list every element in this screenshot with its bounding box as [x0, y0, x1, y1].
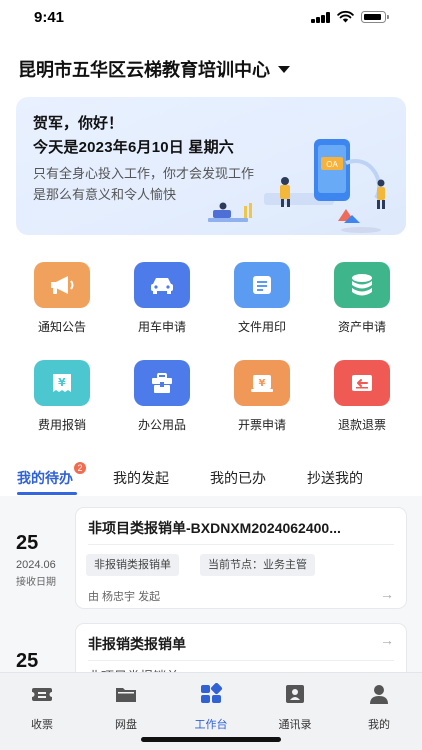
ticket-icon [29, 688, 55, 701]
megaphone-icon [51, 276, 74, 294]
tab-my-initiated[interactable]: 我的发起 [113, 468, 169, 488]
task-type-tag: 非报销类报销单 [86, 554, 179, 576]
app-invoice-request[interactable]: ¥ 开票申请 [212, 360, 312, 433]
folder-icon [116, 688, 136, 702]
svg-text:¥: ¥ [259, 378, 266, 389]
app-label: 开票申请 [237, 418, 286, 432]
app-asset-request[interactable]: 资产申请 [312, 262, 412, 335]
toolbox-icon [152, 373, 172, 393]
task-node-tag: 当前节点：业务主管 [200, 554, 315, 576]
battery-icon [361, 11, 389, 23]
nav-label: 通讯录 [278, 719, 312, 731]
app-label: 资产申请 [337, 320, 386, 334]
app-notice[interactable]: 通知公告 [12, 262, 112, 335]
nav-label: 我的 [368, 719, 390, 731]
greeting-text: 贺军，你好！ [33, 115, 124, 132]
app-label: 用车申请 [137, 320, 186, 334]
wifi-icon [337, 10, 354, 23]
app-expense[interactable]: ¥ 费用报销 [12, 360, 112, 433]
nav-receive-ticket[interactable]: 收票 [12, 683, 72, 732]
app-label: 通知公告 [37, 320, 86, 334]
task-card[interactable]: 非项目类报销单-BXDNXM2024062400... 非报销类报销单 当前节点… [76, 508, 406, 608]
nav-cloud-drive[interactable]: 网盘 [96, 683, 156, 732]
org-selector[interactable]: 昆明市五华区云梯教育培训中心 [18, 56, 290, 82]
car-icon [151, 278, 173, 294]
task-tabs: 我的待办 2 我的发起 我的已办 抄送我的 [0, 462, 422, 495]
nav-label: 工作台 [194, 719, 228, 731]
cellular-signal-icon [311, 12, 331, 23]
status-bar: 9:41 [0, 0, 422, 36]
active-tab-indicator [17, 492, 77, 495]
nav-label: 网盘 [115, 719, 137, 731]
document-icon [253, 276, 271, 294]
nav-label: 收票 [31, 719, 53, 731]
task-title: 非报销类报销单 [88, 636, 186, 652]
app-screen: 9:41 昆明市五华区云梯教育培训中心 贺军，你好！ 今天是2023年6月10日… [0, 0, 422, 750]
tab-my-todo[interactable]: 我的待办 [17, 468, 73, 488]
task-date: 25 [16, 650, 72, 673]
app-refund[interactable]: 退款退票 [312, 360, 412, 433]
arrow-right-icon[interactable]: → [380, 632, 394, 648]
svg-text:¥: ¥ [58, 376, 66, 389]
task-day: 25 [16, 532, 39, 554]
task-day: 25 [16, 650, 39, 672]
nav-profile[interactable]: 我的 [349, 683, 409, 732]
card-divider [88, 660, 394, 661]
nav-contacts[interactable]: 通讯录 [265, 683, 325, 732]
app-label: 文件用印 [237, 320, 286, 334]
card-divider [88, 544, 394, 545]
tab-cc-me[interactable]: 抄送我的 [307, 468, 363, 488]
welcome-banner: 贺军，你好！ 今天是2023年6月10日 星期六 只有全身心投入工作，你才会发现… [16, 97, 406, 235]
invoice-icon: ¥ [251, 375, 273, 392]
task-initiator: 由 杨忠宇 发起 [88, 591, 161, 603]
yuan-receipt-icon: ¥ [53, 374, 71, 392]
arrow-right-icon[interactable]: → [380, 586, 394, 602]
illustration-label: OA [326, 160, 338, 169]
caret-down-icon [278, 65, 290, 73]
app-label: 办公用品 [137, 418, 186, 432]
task-year-month: 2024.06 [16, 559, 56, 571]
office-illustration: OA [208, 139, 385, 233]
app-office-supplies[interactable]: 办公用品 [112, 360, 212, 433]
contacts-icon [286, 685, 304, 703]
task-date: 25 2024.06 接收日期 [16, 532, 72, 588]
status-time: 9:41 [34, 9, 65, 26]
stack-icon [352, 274, 372, 296]
app-document-seal[interactable]: 文件用印 [212, 262, 312, 335]
todo-count-badge: 2 [74, 462, 86, 474]
app-label: 费用报销 [37, 418, 86, 432]
refund-icon [352, 375, 372, 391]
home-indicator [141, 737, 281, 742]
app-label: 退款退票 [337, 418, 386, 432]
task-title: 非项目类报销单-BXDNXM2024062400... [88, 520, 341, 536]
workbench-icon [201, 682, 223, 703]
org-name: 昆明市五华区云梯教育培训中心 [18, 60, 270, 80]
user-icon [370, 685, 388, 704]
nav-workbench[interactable]: 工作台 [181, 682, 241, 732]
app-car-request[interactable]: 用车申请 [112, 262, 212, 335]
tab-my-done[interactable]: 我的已办 [210, 468, 266, 488]
task-date-label: 接收日期 [16, 577, 56, 588]
